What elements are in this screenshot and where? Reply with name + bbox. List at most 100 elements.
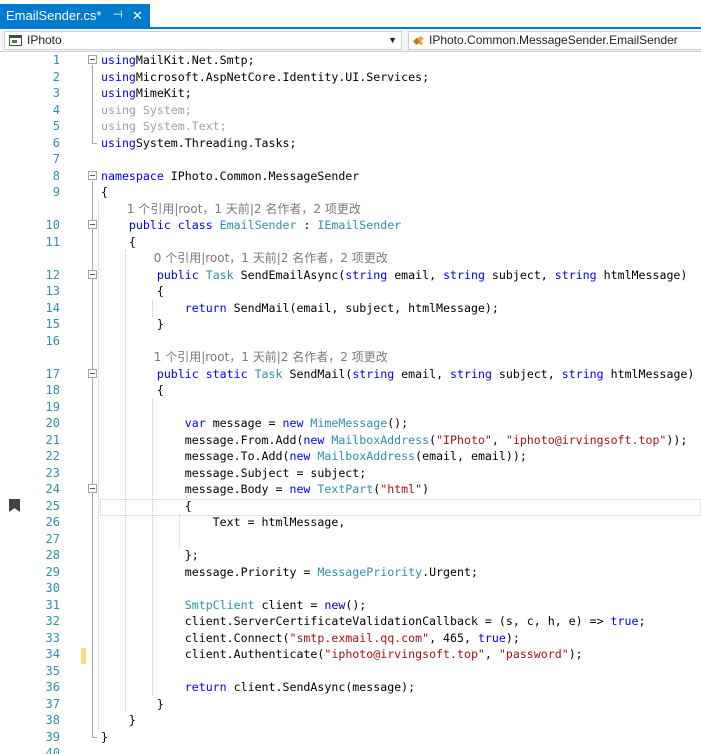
code-token: message.From.Add( [101,432,304,447]
code-text: message.From.Add(new MailboxAddress("IPh… [101,432,688,449]
code-line[interactable]: 2 usingMicrosoft.AspNetCore.Identity.UI.S… [0,69,701,86]
line-number: 27 [45,531,60,546]
code-token: SendMail(email, subject, htmlMessage); [226,300,499,315]
code-line[interactable]: 12 public Task SendEmailAsync(string ema… [0,267,701,284]
code-line[interactable]: 28 }; [0,547,701,564]
line-number: 23 [45,465,60,480]
code-token: { [101,284,164,298]
tab-emailsender-cs[interactable]: EmailSender.cs* ⊣ ✕ [0,4,150,27]
string-token: "iphoto@irvingsoft.top" [324,647,485,661]
collapse-toggle-icon[interactable] [88,220,97,229]
project-dropdown[interactable]: IPhoto ▼ [4,31,402,50]
code-line[interactable]: 11 { [0,234,701,251]
code-line[interactable]: 21 message.From.Add(new MailboxAddress("… [0,432,701,449]
codelens-line[interactable]: 0 个引用|root，1 天前|2 名作者，2 项更改 [0,250,701,267]
member-dropdown[interactable]: IPhoto.Common.MessageSender.EmailSender [408,31,701,50]
code-line[interactable]: 19 [0,399,701,416]
code-line[interactable]: 10 public class EmailSender : IEmailSend… [0,217,701,234]
code-line[interactable]: 24 message.Body = new TextPart("html") [0,481,701,498]
code-line[interactable]: 7 [0,151,701,168]
code-line[interactable]: 30 [0,580,701,597]
code-text: return client.SendAsync(message); [101,679,415,696]
code-line[interactable]: 34 client.Authenticate("iphoto@irvingsof… [0,646,701,663]
code-line[interactable]: 5 using System.Text; [0,118,701,135]
codelens-hint[interactable]: 0 个引用|root，1 天前|2 名作者，2 项更改 [154,250,388,267]
code-line[interactable]: 22 message.To.Add(new MailboxAddress(ema… [0,448,701,465]
code-line[interactable]: 6 usingSystem.Threading.Tasks; [0,135,701,152]
codelens-hint[interactable]: 1 个引用|root，1 天前|2 名作者，2 项更改 [127,201,361,218]
line-number: 28 [45,548,60,562]
code-line[interactable]: 23 message.Subject = subject; [0,465,701,482]
code-line[interactable]: 9{ [0,184,701,201]
code-editor[interactable]: 1 usingMailKit.Net.Smtp; 2 usingMicrosoft.A… [0,52,701,754]
code-line[interactable]: 40 [0,745,701,754]
code-line[interactable]: 36 return client.SendAsync(message); [0,679,701,696]
code-text: using System; [101,102,192,119]
code-token: (); [345,597,367,612]
code-line[interactable]: 38 } [0,712,701,729]
code-line[interactable]: 35 [0,663,701,680]
line-number: 29 [45,564,60,579]
line-number: 15 [45,317,60,331]
keyword-token: using [101,86,136,100]
code-line[interactable]: 26 Text = htmlMessage, [0,514,701,531]
code-line[interactable]: 33 client.Connect("smtp.exmail.qq.com", … [0,630,701,647]
code-line[interactable]: 37 } [0,696,701,713]
code-line[interactable]: 16 [0,333,701,350]
code-token: , 465, [429,630,478,645]
string-token: "IPhoto" [436,432,492,447]
collapse-toggle-icon[interactable] [88,269,97,279]
line-number: 32 [45,614,60,628]
code-token: }; [101,548,199,562]
code-token: } [101,696,164,711]
close-icon[interactable]: ✕ [132,4,143,27]
code-line[interactable]: 13 { [0,283,701,300]
line-number: 31 [45,597,60,612]
code-text: } [101,712,136,729]
collapse-toggle-icon[interactable] [88,368,97,378]
chevron-down-icon[interactable]: ▼ [388,32,397,49]
codelens-hint[interactable]: 1 个引用|root，1 天前|2 名作者，2 项更改 [154,349,388,366]
pin-icon[interactable]: ⊣ [113,4,123,27]
code-line[interactable]: 14 return SendMail(email, subject, htmlM… [0,300,701,317]
code-token: Microsoft.AspNetCore.Identity.UI.Service… [135,69,430,84]
code-token: System.Threading.Tasks; [135,135,297,150]
line-number: 34 [45,647,60,661]
line-number: 12 [45,267,60,282]
type-token: MessagePriority [317,564,423,579]
collapse-toggle-icon[interactable] [88,484,97,493]
code-line[interactable]: 27 [0,531,701,548]
code-line[interactable]: 18 { [0,382,701,399]
code-line[interactable]: 3 usingMimeKit; [0,85,701,102]
code-line[interactable]: 31 SmtpClient client = new(); [0,597,701,614]
collapse-toggle-icon[interactable] [88,170,97,180]
code-line[interactable]: 4 using System; [0,102,701,119]
string-token: "html" [380,482,423,496]
code-text: message.Body = new TextPart("html") [101,481,429,498]
collapse-toggle-icon[interactable] [88,55,97,64]
code-line[interactable]: 15 } [0,316,701,333]
code-token: email, [387,267,444,282]
string-token: "iphoto@irvingsoft.top" [505,432,667,447]
line-number: 35 [45,663,60,678]
code-line[interactable]: 1 usingMailKit.Net.Smtp; [0,52,701,69]
code-lines[interactable]: 1 usingMailKit.Net.Smtp; 2 usingMicrosoft.A… [0,52,701,754]
code-line[interactable]: 25 { [0,498,701,515]
line-number: 14 [45,300,60,315]
line-number: 40 [45,746,60,754]
code-token: MailKit.Net.Smtp; [135,53,255,67]
code-line[interactable]: 8 namespace IPhoto.Common.MessageSender [0,168,701,185]
line-number: 6 [52,135,60,150]
code-line[interactable]: 39} [0,729,701,746]
code-line[interactable]: 29 message.Priority = MessagePriority.Ur… [0,564,701,581]
codelens-line[interactable]: 1 个引用|root，1 天前|2 名作者，2 项更改 [0,201,701,218]
line-number: 30 [45,581,60,595]
code-line[interactable]: 17 public static Task SendMail(string em… [0,366,701,383]
codelens-line[interactable]: 1 个引用|root，1 天前|2 名作者，2 项更改 [0,349,701,366]
code-token: SendEmailAsync( [233,267,346,282]
code-line[interactable]: 20 var message = new MimeMessage(); [0,415,701,432]
code-line[interactable]: 32 client.ServerCertificateValidationCal… [0,613,701,630]
